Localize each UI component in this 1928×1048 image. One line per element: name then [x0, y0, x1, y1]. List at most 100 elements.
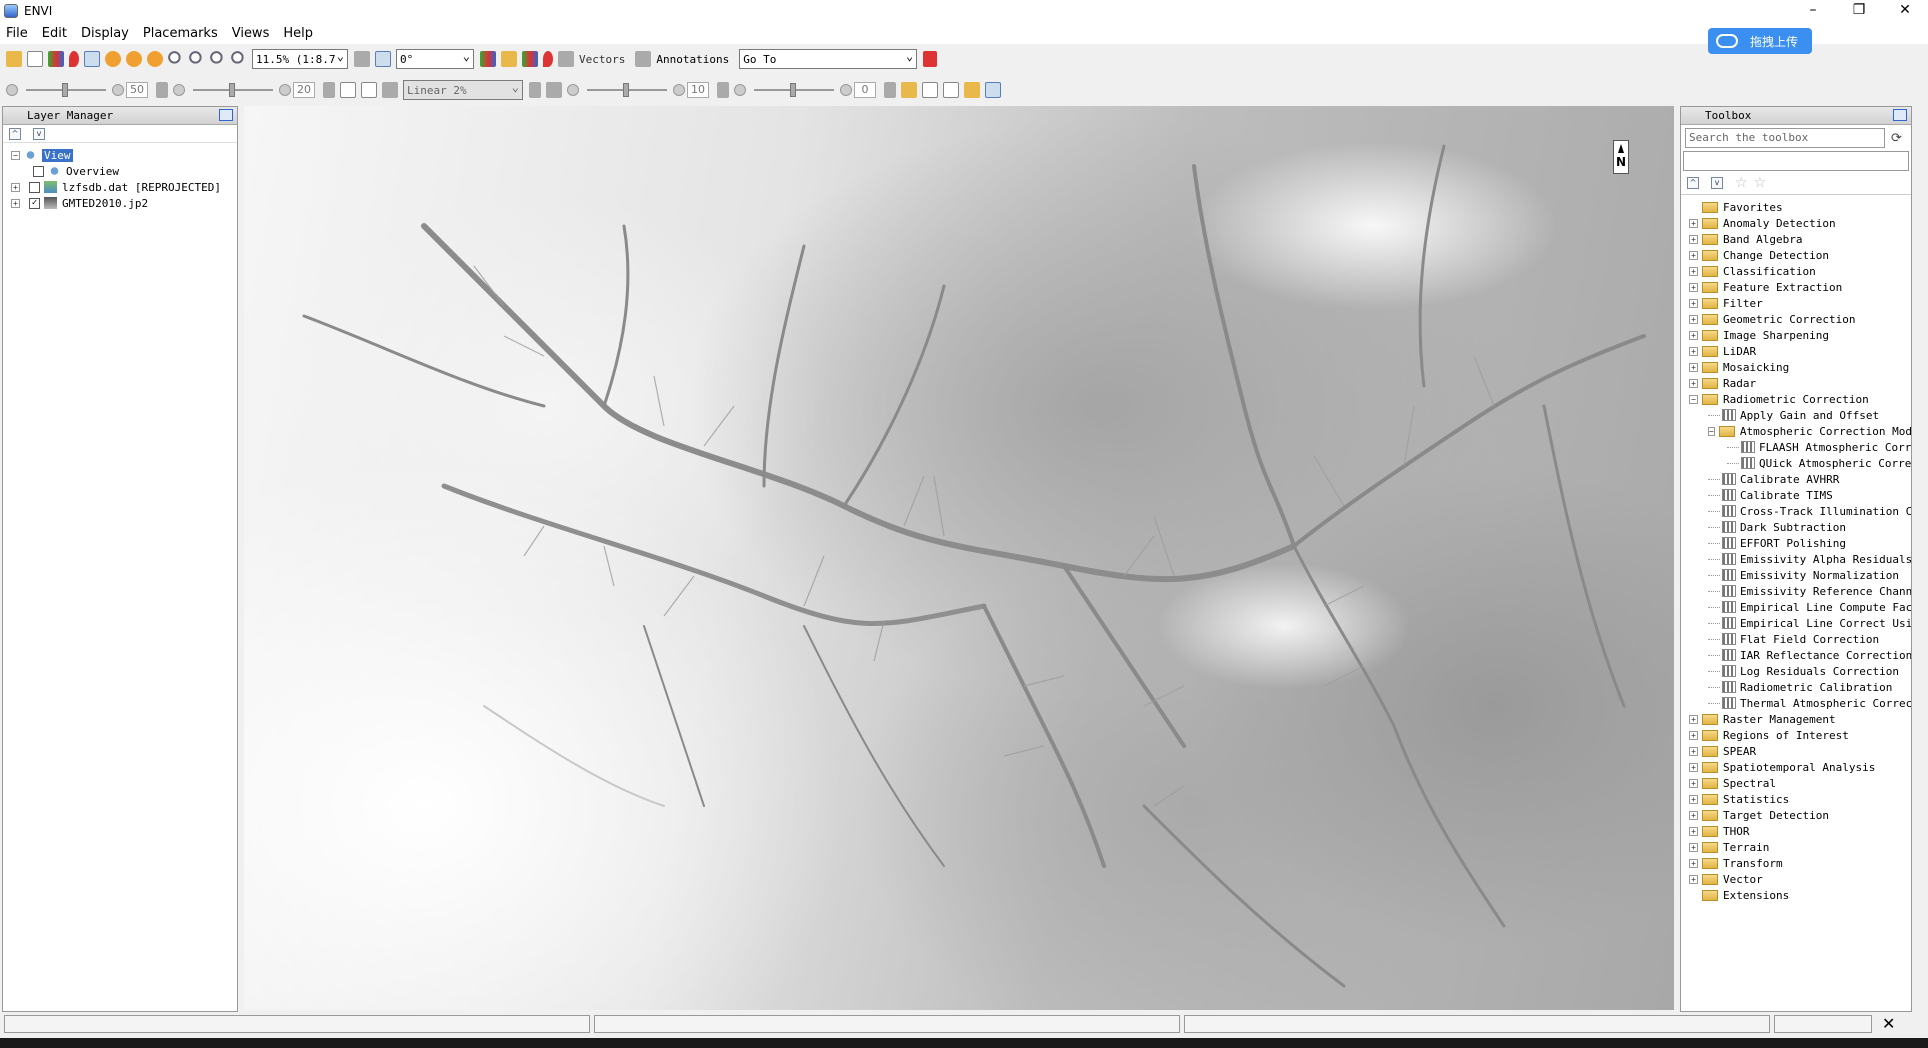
toolbox-tool[interactable]: Log Residuals Correction — [1689, 663, 1911, 679]
expand-toggle[interactable]: + — [1689, 218, 1698, 228]
expand-all-icon[interactable]: v — [33, 127, 45, 140]
expand-toggle[interactable]: + — [1689, 874, 1698, 884]
sharpen-value[interactable]: 10 — [687, 82, 709, 98]
expand-toggle[interactable]: + — [1689, 362, 1698, 372]
expand-all-icon[interactable]: v — [1711, 176, 1723, 189]
expand-toggle[interactable]: + — [1689, 346, 1698, 356]
toolbox-folder[interactable]: + Transform — [1689, 855, 1911, 871]
remove-favorite-icon[interactable]: ☆ — [1754, 175, 1767, 191]
pin-icon[interactable] — [219, 109, 233, 121]
expand-toggle[interactable]: + — [1689, 330, 1698, 340]
stretch-select[interactable]: Linear 2% — [403, 80, 523, 100]
toolbox-folder-radiometric-correction[interactable]: − Radiometric Correction — [1689, 391, 1911, 407]
transparency-slider[interactable] — [754, 83, 834, 97]
toolbox-tool[interactable]: Empirical Line Correct Using — [1689, 615, 1911, 631]
collapse-all-icon[interactable]: ^ — [9, 127, 21, 140]
toolbox-folder[interactable]: + Statistics — [1689, 791, 1911, 807]
print-icon[interactable] — [48, 51, 64, 67]
expand-toggle[interactable]: + — [1689, 250, 1698, 260]
toolbox-folder[interactable]: + Classification — [1689, 263, 1911, 279]
portal-icon[interactable] — [901, 82, 917, 98]
toolbox-folder-atmospheric[interactable]: − Atmospheric Correction Modul — [1689, 423, 1911, 439]
contrast-value[interactable]: 20 — [293, 82, 315, 98]
expand-toggle[interactable]: + — [1689, 266, 1698, 276]
collapse-toggle[interactable]: − — [1689, 394, 1698, 404]
stretch-icon[interactable] — [382, 82, 398, 98]
toolbox-folder[interactable]: + Feature Extraction — [1689, 279, 1911, 295]
toolbox-tool[interactable]: Apply Gain and Offset — [1689, 407, 1911, 423]
view-flicker-icon[interactable] — [943, 82, 959, 98]
layer-tree-item-view[interactable]: − View — [11, 147, 237, 163]
expand-toggle[interactable]: + — [1689, 826, 1698, 836]
toolbox-tool[interactable]: Dark Subtraction — [1689, 519, 1911, 535]
view-link-icon[interactable] — [985, 82, 1001, 98]
image-view[interactable]: N — [244, 106, 1674, 1010]
rotate-icon[interactable] — [147, 51, 163, 67]
menu-views[interactable]: Views — [232, 26, 270, 41]
toolbox-tool[interactable]: Calibrate TIMS — [1689, 487, 1911, 503]
toolbox-tool[interactable]: Thermal Atmospheric Correcti — [1689, 695, 1911, 711]
crosshair-icon[interactable] — [480, 51, 496, 67]
toolbox-tool[interactable]: Emissivity Normalization — [1689, 567, 1911, 583]
menu-display[interactable]: Display — [81, 26, 129, 41]
checkbox[interactable] — [29, 181, 40, 193]
expand-toggle[interactable]: + — [1689, 746, 1698, 756]
toolbox-folder[interactable]: Favorites — [1689, 199, 1911, 215]
sharpen-reset-icon[interactable] — [717, 82, 729, 98]
stretch-view-icon[interactable] — [361, 82, 377, 98]
expand-toggle[interactable]: + — [1689, 234, 1698, 244]
menu-placemarks[interactable]: Placemarks — [143, 26, 218, 41]
zoom-select[interactable]: 11.5% (1:8.7 — [252, 49, 348, 69]
expand-toggle[interactable]: + — [1689, 778, 1698, 788]
collapse-toggle[interactable]: − — [11, 150, 20, 160]
toolbox-folder[interactable]: + Spectral — [1689, 775, 1911, 791]
brightness-reset-icon[interactable] — [156, 82, 168, 98]
minimize-button[interactable]: – — [1790, 0, 1836, 22]
open-folder-icon[interactable] — [6, 51, 22, 67]
toolbox-tool[interactable]: Emissivity Alpha Residuals — [1689, 551, 1911, 567]
rotation-select[interactable]: 0° — [396, 49, 474, 69]
toolbox-search-input[interactable]: Search the toolbox — [1685, 128, 1885, 148]
toolbox-filter-field[interactable] — [1683, 151, 1909, 171]
annotations-button[interactable]: Annotations — [656, 53, 729, 66]
expand-toggle[interactable]: + — [1689, 762, 1698, 772]
toolbox-folder[interactable]: + Mosaicking — [1689, 359, 1911, 375]
toolbox-folder[interactable]: + Vector — [1689, 871, 1911, 887]
brightness-slider[interactable] — [26, 83, 106, 97]
toolbox-tool[interactable]: Empirical Line Compute Facto — [1689, 599, 1911, 615]
toolbox-folder[interactable]: + THOR — [1689, 823, 1911, 839]
pan-hand-icon[interactable] — [105, 51, 121, 67]
toolbox-folder[interactable]: + Radar — [1689, 375, 1911, 391]
transparency-value[interactable]: 0 — [854, 82, 876, 98]
rotate-view-icon[interactable] — [375, 51, 391, 67]
data-manager-icon[interactable] — [27, 51, 43, 67]
layer-tree-item-overview[interactable]: Overview — [11, 163, 237, 179]
toolbox-tool[interactable]: Flat Field Correction — [1689, 631, 1911, 647]
rotate-north-icon[interactable] — [354, 51, 370, 67]
toolbox-tool[interactable]: Radiometric Calibration — [1689, 679, 1911, 695]
fly-icon[interactable] — [126, 51, 142, 67]
stretch-reset-icon[interactable] — [529, 82, 541, 98]
expand-toggle[interactable]: + — [11, 182, 20, 192]
add-favorite-icon[interactable]: ☆ — [1735, 175, 1748, 191]
close-button[interactable]: ✕ — [1882, 0, 1928, 22]
expand-toggle[interactable]: + — [1689, 298, 1698, 308]
vectors-button[interactable]: Vectors — [579, 53, 625, 66]
zoom-in-icon[interactable] — [189, 51, 205, 67]
toolbox-folder[interactable]: + Raster Management — [1689, 711, 1911, 727]
expand-toggle[interactable]: + — [1689, 714, 1698, 724]
expand-toggle[interactable]: + — [1689, 378, 1698, 388]
brightness-value[interactable]: 50 — [126, 82, 148, 98]
collapse-toggle[interactable]: − — [1708, 426, 1715, 436]
refresh-icon[interactable]: ⟳ — [1891, 131, 1907, 146]
maximize-button[interactable]: ❐ — [1836, 0, 1882, 22]
toolbox-folder[interactable]: + SPEAR — [1689, 743, 1911, 759]
toolbox-tool[interactable]: QUick Atmospheric Correct — [1689, 455, 1911, 471]
expand-toggle[interactable]: + — [1689, 314, 1698, 324]
stretch-roi-icon[interactable] — [340, 82, 356, 98]
toolbox-folder[interactable]: + Terrain — [1689, 839, 1911, 855]
checkbox-checked[interactable]: ✓ — [29, 197, 40, 209]
view-swipe-icon[interactable] — [964, 82, 980, 98]
toolbox-folder[interactable]: + Geometric Correction — [1689, 311, 1911, 327]
expand-toggle[interactable]: + — [1689, 858, 1698, 868]
